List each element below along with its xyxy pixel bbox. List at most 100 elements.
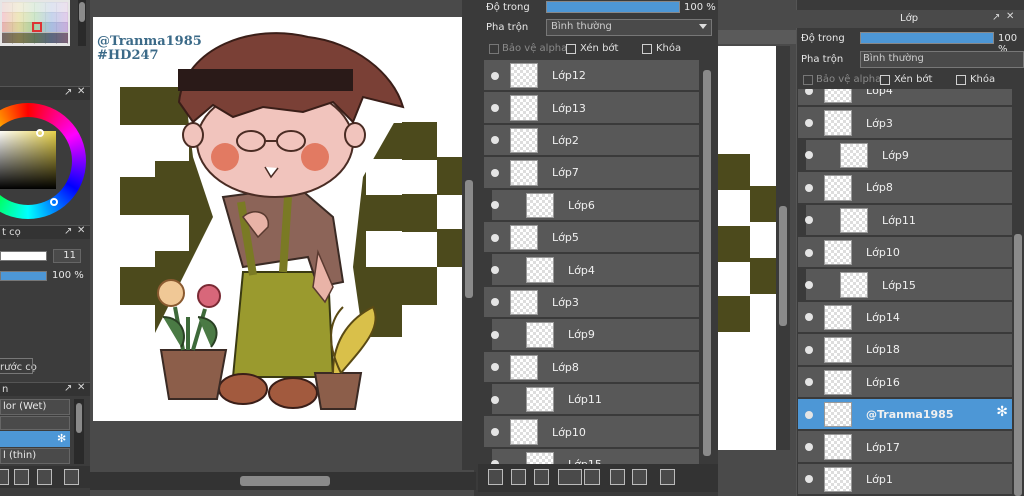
brush-list-scrollbar[interactable] (74, 399, 84, 464)
visibility-eye-icon[interactable] (805, 248, 813, 257)
opacity-slider[interactable] (860, 32, 994, 44)
layer-list-scrollbar[interactable] (1012, 89, 1024, 496)
second-canvas-paper[interactable] (718, 46, 776, 450)
visibility-eye-icon[interactable] (491, 104, 499, 113)
layer-row[interactable]: Lớp13 (484, 92, 699, 124)
blend-mode-select[interactable]: Bình thường (860, 51, 1024, 68)
layer-list-scrollbar[interactable] (700, 60, 714, 464)
trash-icon[interactable] (660, 469, 675, 485)
visibility-eye-icon[interactable] (805, 475, 813, 484)
visibility-eye-icon[interactable] (805, 345, 813, 354)
visibility-eye-icon[interactable] (805, 216, 813, 225)
copy-icon[interactable] (37, 469, 52, 485)
layer-row[interactable]: Lớp15 (805, 269, 1012, 301)
folder-icon[interactable] (14, 469, 29, 485)
layer-row[interactable]: Lớp9 (805, 139, 1012, 172)
new-layer-button[interactable] (488, 469, 503, 485)
visibility-eye-icon[interactable] (805, 119, 813, 128)
new-layer-1bit-button[interactable] (534, 469, 549, 485)
visibility-eye-icon[interactable] (491, 363, 499, 372)
visibility-eye-icon[interactable] (491, 298, 499, 307)
visibility-eye-icon[interactable] (805, 443, 813, 452)
brush-item-selected[interactable]: ✻ (0, 431, 70, 447)
visibility-eye-icon[interactable] (491, 71, 499, 80)
visibility-eye-icon[interactable] (805, 378, 813, 387)
layer-row[interactable]: Lớp10 (798, 237, 1012, 269)
brush-item[interactable]: l (thin) (0, 448, 70, 464)
second-canvas-scrollbar[interactable] (776, 46, 790, 450)
brush-item[interactable] (0, 416, 70, 430)
clipping-checkbox[interactable] (566, 44, 576, 54)
layer-row[interactable]: Lớp12 (484, 60, 699, 92)
visibility-eye-icon[interactable] (491, 266, 499, 275)
visibility-eye-icon[interactable] (805, 313, 813, 322)
layer-row[interactable]: Lớp8 (484, 351, 699, 383)
close-icon[interactable]: ✕ (77, 382, 85, 393)
expand-icon[interactable]: ↗ (992, 12, 1000, 23)
layer-row[interactable]: Lớp9 (491, 319, 699, 351)
copy-icon[interactable] (610, 469, 625, 485)
palette-scrollbar[interactable] (78, 0, 86, 46)
layer-row[interactable]: Lớp7 (484, 157, 699, 189)
protect-alpha-checkbox[interactable] (803, 75, 813, 85)
visibility-eye-icon[interactable] (491, 233, 499, 242)
layer-row[interactable]: @Tranma1985 ✻ (798, 399, 1012, 431)
layer-row[interactable]: Lớp4 (491, 254, 699, 286)
lock-checkbox[interactable] (642, 44, 652, 54)
close-icon[interactable]: ✕ (77, 86, 85, 97)
gear-icon[interactable]: ✻ (996, 404, 1008, 420)
layer-row[interactable]: Lớp3 (798, 107, 1012, 139)
visibility-eye-icon[interactable] (805, 89, 813, 95)
visibility-eye-icon[interactable] (491, 330, 499, 339)
brush-size-value[interactable]: 11 (53, 249, 81, 263)
brush-opacity-slider[interactable] (0, 271, 47, 281)
expand-icon[interactable]: ↗ (64, 383, 72, 394)
layer-row[interactable]: Lớp4 (798, 89, 1012, 107)
expand-icon[interactable]: ↗ (64, 226, 72, 237)
layer-row[interactable]: Lớp1 (798, 463, 1012, 496)
trash-icon[interactable] (64, 469, 79, 485)
clipping-checkbox[interactable] (880, 75, 890, 85)
close-icon[interactable]: ✕ (1006, 11, 1014, 22)
layer-row[interactable]: Lớp11 (805, 204, 1012, 236)
visibility-eye-icon[interactable] (805, 410, 813, 419)
new-layer-8bit-button[interactable] (511, 469, 526, 485)
protect-alpha-checkbox[interactable] (489, 44, 499, 54)
visibility-eye-icon[interactable] (805, 281, 813, 290)
gear-icon[interactable]: ✻ (57, 432, 66, 445)
layer-row[interactable]: Lớp2 (484, 124, 699, 157)
canvas-paper[interactable]: @Tranma1985 #HD247 (93, 17, 462, 421)
new-brush-button[interactable] (0, 469, 9, 485)
layer-row[interactable]: Lớp10 (484, 416, 699, 448)
opacity-slider[interactable] (546, 1, 680, 13)
visibility-eye-icon[interactable] (491, 201, 499, 210)
visibility-eye-icon[interactable] (491, 428, 499, 437)
visibility-eye-icon[interactable] (805, 183, 813, 192)
layer-row[interactable]: Lớp6 (491, 189, 699, 221)
add-layer-menu-button[interactable] (558, 469, 582, 485)
merge-icon[interactable] (632, 469, 647, 485)
layer-row[interactable]: Lớp15 (491, 448, 699, 464)
visibility-eye-icon[interactable] (491, 168, 499, 177)
visibility-eye-icon[interactable] (805, 151, 813, 160)
folder-icon[interactable] (584, 469, 600, 485)
layer-row[interactable]: Lớp16 (798, 366, 1012, 398)
close-icon[interactable]: ✕ (77, 225, 85, 236)
layer-row[interactable]: Lớp14 (798, 301, 1012, 334)
lock-checkbox[interactable] (956, 75, 966, 85)
layer-row[interactable]: Lớp11 (491, 384, 699, 416)
layer-row[interactable]: Lớp8 (798, 172, 1012, 204)
brush-item[interactable]: lor (Wet) (0, 399, 70, 415)
blend-mode-select[interactable]: Bình thường (546, 19, 712, 36)
layer-row[interactable]: Lớp17 (798, 431, 1012, 463)
layer-row[interactable]: Lớp5 (484, 222, 699, 254)
visibility-eye-icon[interactable] (491, 395, 499, 404)
color-palette[interactable] (0, 0, 70, 46)
layer-row[interactable]: Lớp3 (484, 286, 699, 319)
layer-row[interactable]: Lớp18 (798, 334, 1012, 366)
visibility-eye-icon[interactable] (491, 136, 499, 145)
canvas-vertical-scrollbar[interactable] (462, 0, 476, 470)
expand-icon[interactable]: ↗ (64, 87, 72, 98)
brush-size-slider[interactable] (0, 251, 47, 261)
canvas-horizontal-scrollbar[interactable] (90, 472, 476, 490)
